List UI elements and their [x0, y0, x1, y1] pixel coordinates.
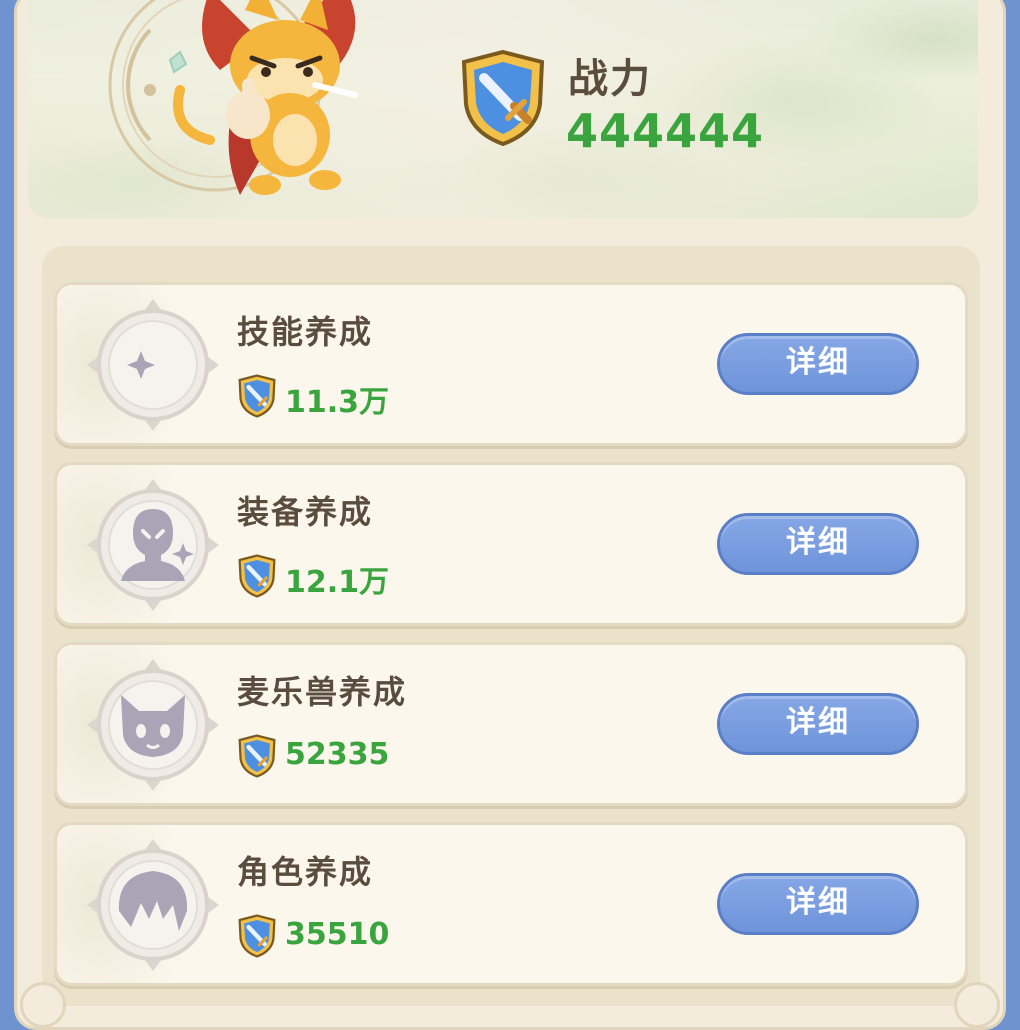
moon-star-icon	[87, 299, 219, 431]
list-item-equipment: 装备养成 12.1万 详细	[54, 462, 968, 626]
cat-face-icon	[87, 659, 219, 791]
frame-corner-ornament	[20, 982, 66, 1028]
power-shield-icon	[238, 914, 276, 958]
cat-hero-illustration	[173, 0, 358, 195]
item-title: 角色养成	[237, 853, 374, 891]
power-shield-icon	[238, 554, 276, 598]
list-item-skill: 技能养成 11.3万 详细	[54, 282, 968, 446]
detail-button[interactable]: 详细	[717, 873, 919, 935]
detail-button[interactable]: 详细	[717, 513, 919, 575]
detail-button[interactable]: 详细	[717, 333, 919, 395]
power-shield-icon	[238, 374, 276, 418]
list-item-pet: 麦乐兽养成 52335 详细	[54, 642, 968, 806]
item-title: 技能养成	[237, 313, 374, 351]
frame-corner-ornament	[954, 982, 1000, 1028]
power-label: 战力	[568, 56, 652, 102]
item-title: 麦乐兽养成	[237, 673, 408, 711]
power-value: 444444	[566, 104, 765, 158]
item-power-value: 35510	[285, 917, 390, 952]
cloaked-figure-icon	[87, 479, 219, 611]
detail-button[interactable]: 详细	[717, 693, 919, 755]
item-power-value: 12.1万	[285, 565, 390, 600]
item-power-value: 11.3万	[285, 385, 390, 420]
list-item-character: 角色养成 35510 详细	[54, 822, 968, 986]
item-title: 装备养成	[237, 493, 374, 531]
item-power-value: 52335	[285, 737, 390, 772]
power-shield-icon	[461, 49, 545, 147]
character-hair-icon	[87, 839, 219, 971]
power-shield-icon	[238, 734, 276, 778]
